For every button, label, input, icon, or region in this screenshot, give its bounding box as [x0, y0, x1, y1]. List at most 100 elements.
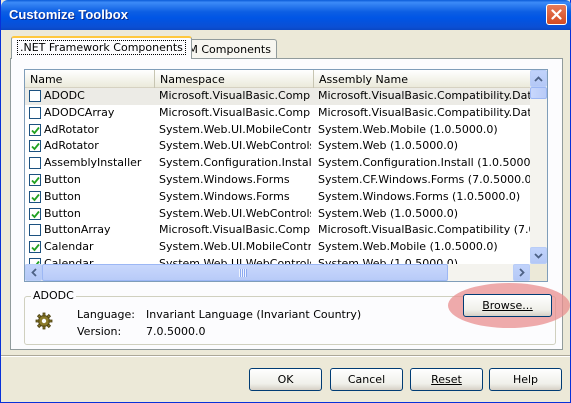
cell-assembly-name: System.Web (1.0.5000.0) — [318, 139, 459, 153]
cell-namespace: Microsoft.VisualBasic.Comp... — [159, 89, 311, 102]
table-row[interactable]: AdRotator System.Web.UI.WebControls System… — [25, 138, 530, 155]
cell-assembly-name: System.Web (1.0.5000.0) — [318, 206, 459, 220]
checkmark-icon — [31, 143, 40, 151]
cell-assembly-name: System.Web (1.0.5000.0) — [318, 256, 459, 264]
cell-namespace: System.Configuration.Install — [159, 156, 311, 170]
scrollbar-corner — [530, 264, 547, 281]
vertical-scroll-thumb[interactable] — [530, 87, 547, 99]
component-checkbox[interactable] — [29, 106, 41, 119]
scroll-down-button[interactable] — [530, 247, 547, 264]
list-header: Name Namespace Assembly Name — [25, 70, 530, 88]
tab-panel: Name Namespace Assembly Name ADODC Micros… — [10, 58, 570, 350]
reset-button[interactable]: Reset — [410, 368, 483, 391]
gear-icon — [35, 312, 53, 330]
help-button[interactable]: Help — [489, 368, 562, 391]
cell-name: Button — [44, 206, 81, 220]
component-checkbox[interactable] — [29, 207, 41, 220]
cell-assembly-name: System.Web.Mobile (1.0.5000.0) — [318, 122, 498, 136]
cell-namespace: System.Web.UI.WebControls — [159, 256, 311, 264]
tab-label: .NET Framework Components — [17, 40, 186, 55]
component-checkbox[interactable] — [29, 157, 41, 170]
cell-namespace: System.Web.UI.WebControls — [159, 139, 311, 153]
ok-button-label: OK — [277, 373, 294, 386]
customize-toolbox-dialog: Customize Toolbox .NET Framework Compone… — [0, 0, 571, 403]
help-button-label: Help — [512, 373, 539, 386]
chevron-up-icon — [534, 75, 543, 82]
version-value: 7.0.5000.0 — [146, 325, 206, 338]
browse-button[interactable]: Browse... — [463, 294, 552, 317]
vertical-scrollbar[interactable] — [530, 70, 547, 264]
language-value: Invariant Language (Invariant Country) — [146, 308, 362, 321]
cell-assembly-name: System.CF.Windows.Forms (7.0.5000.0) — [318, 172, 530, 186]
checkmark-icon — [31, 126, 40, 134]
checkmark-icon — [31, 210, 40, 218]
cell-namespace: Microsoft.VisualBasic.Comp... — [159, 223, 311, 237]
cell-name: AdRotator — [44, 122, 99, 136]
tab-net-framework-components[interactable]: .NET Framework Components — [11, 36, 192, 59]
ok-button[interactable]: OK — [249, 368, 322, 391]
chevron-down-icon — [534, 252, 543, 259]
cell-namespace: System.Windows.Forms — [159, 172, 290, 186]
checkmark-icon — [31, 193, 40, 202]
cell-name: Calendar — [44, 256, 94, 264]
component-checkbox[interactable] — [29, 190, 41, 203]
cell-assembly-name: System.Configuration.Install (1.0.5000..… — [318, 156, 530, 170]
table-row[interactable]: AdRotator System.Web.UI.MobileContro... Sy… — [25, 122, 530, 139]
table-row[interactable]: ADODCArray Microsoft.VisualBasic.Comp... M… — [25, 105, 530, 122]
title-bar: Customize Toolbox — [1, 0, 571, 30]
scroll-right-button[interactable] — [513, 264, 530, 281]
cell-name: Button — [44, 189, 81, 203]
table-row[interactable]: ButtonArray Microsoft.VisualBasic.Comp...… — [25, 222, 530, 239]
column-header-name[interactable]: Name — [25, 70, 155, 88]
cell-name: Calendar — [44, 240, 94, 254]
table-row[interactable]: Button System.Windows.Forms System.CF.Wind… — [25, 172, 530, 189]
component-checkbox[interactable] — [29, 123, 41, 136]
table-row[interactable]: AssemblyInstaller System.Configuration.In… — [25, 155, 530, 172]
table-row[interactable]: Calendar System.Web.UI.MobileContro... Sys… — [25, 239, 530, 256]
component-checkbox[interactable] — [29, 224, 41, 237]
cancel-button-label: Cancel — [347, 373, 386, 386]
component-checkbox[interactable] — [29, 90, 41, 102]
cell-name: ADODC — [44, 89, 85, 102]
column-header-assembly-name[interactable]: Assembly Name — [314, 70, 530, 88]
cancel-button[interactable]: Cancel — [330, 368, 403, 391]
table-row[interactable]: Calendar System.Web.UI.WebControls System.… — [25, 256, 530, 264]
horizontal-scroll-thumb[interactable] — [42, 264, 448, 281]
scroll-left-button[interactable] — [25, 264, 42, 281]
cell-assembly-name: Microsoft.VisualBasic.Compatibility.Dat.… — [318, 105, 530, 119]
cell-assembly-name: Microsoft.VisualBasic.Compatibility.Dat.… — [318, 89, 530, 102]
window-title: Customize Toolbox — [9, 7, 128, 22]
cell-assembly-name: Microsoft.VisualBasic.Compatibility (7.0… — [318, 223, 530, 237]
separator — [1, 355, 570, 357]
chevron-right-icon — [518, 268, 525, 277]
language-label: Language: — [77, 308, 135, 321]
cell-assembly-name: System.Windows.Forms (1.0.5000.0) — [318, 189, 521, 203]
reset-button-label: Reset — [431, 373, 462, 386]
cell-namespace: System.Web.UI.MobileContro... — [159, 122, 311, 136]
cell-name: ButtonArray — [44, 223, 111, 237]
close-icon — [551, 9, 562, 20]
chevron-left-icon — [30, 268, 37, 277]
cell-name: ADODCArray — [44, 105, 115, 119]
cell-name: AssemblyInstaller — [44, 156, 142, 170]
horizontal-scrollbar[interactable] — [25, 264, 530, 281]
scroll-up-button[interactable] — [530, 70, 547, 87]
cell-namespace: System.Web.UI.MobileContro... — [159, 240, 311, 254]
column-header-namespace[interactable]: Namespace — [155, 70, 314, 88]
table-row[interactable]: ADODC Microsoft.VisualBasic.Comp... Micros… — [25, 88, 530, 105]
grip-icon — [239, 269, 247, 277]
table-row[interactable]: Button System.Windows.Forms System.Windows… — [25, 189, 530, 206]
group-title: ADODC — [31, 289, 76, 302]
cell-namespace: Microsoft.VisualBasic.Comp... — [159, 105, 311, 119]
cell-namespace: System.Windows.Forms — [159, 189, 290, 203]
component-checkbox[interactable] — [29, 173, 41, 186]
cell-assembly-name: System.Web.Mobile (1.0.5000.0) — [318, 240, 498, 254]
close-button[interactable] — [546, 4, 567, 25]
component-checkbox[interactable] — [29, 241, 41, 254]
components-list[interactable]: Name Namespace Assembly Name ADODC Micros… — [24, 69, 548, 282]
browse-button-label: Browse... — [482, 299, 533, 312]
cell-name: Button — [44, 172, 81, 186]
table-row[interactable]: Button System.Web.UI.WebControls System.We… — [25, 206, 530, 223]
component-checkbox[interactable] — [29, 140, 41, 153]
checkmark-icon — [31, 244, 40, 252]
